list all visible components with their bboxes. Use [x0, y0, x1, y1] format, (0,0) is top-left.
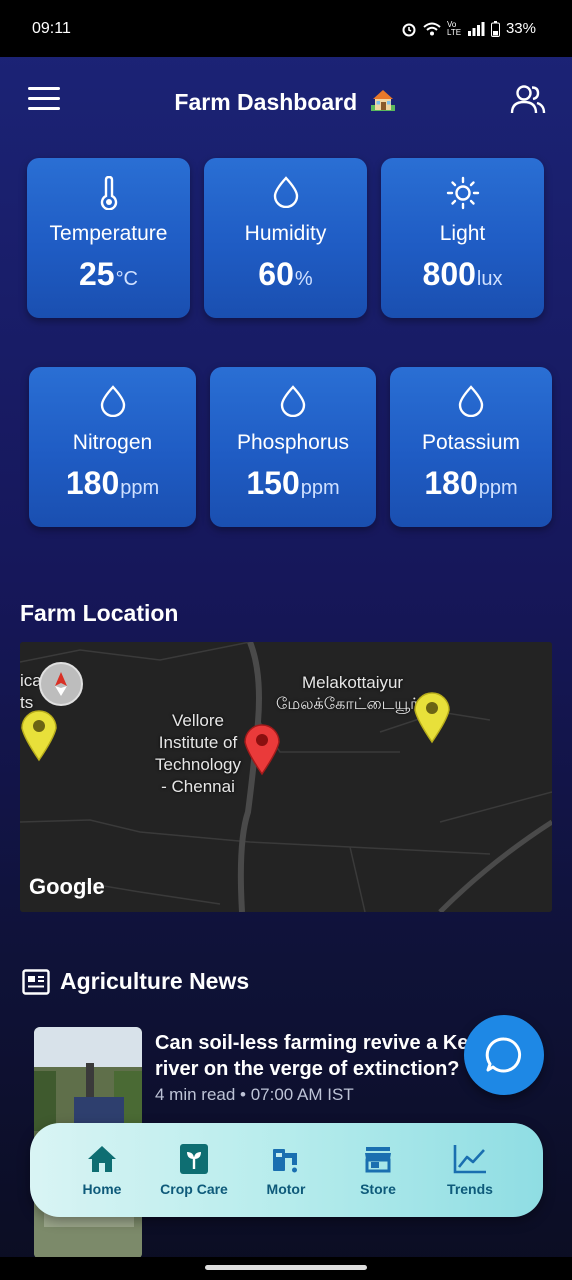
status-icons: Vo LTE 33% [401, 20, 536, 37]
potassium-unit: ppm [478, 477, 518, 499]
potassium-card[interactable]: Potassium 180ppm [390, 367, 552, 527]
potassium-value: 180 [424, 465, 478, 501]
nitrogen-card[interactable]: Nitrogen 180ppm [29, 367, 196, 527]
potassium-label: Potassium [421, 431, 521, 454]
phosphorus-card[interactable]: Phosphorus 150ppm [210, 367, 376, 527]
nav-trends[interactable]: Trends [424, 1141, 516, 1197]
light-card[interactable]: Light 800lux [381, 158, 544, 318]
map-pin-yellow-left[interactable] [20, 706, 58, 762]
farm-location-title: Farm Location [20, 600, 179, 626]
light-value: 800 [422, 256, 476, 292]
network-label: Vo LTE [446, 19, 462, 37]
nav-store[interactable]: Store [332, 1141, 424, 1197]
crop-care-icon [180, 1144, 208, 1174]
home-indicator[interactable] [205, 1265, 367, 1270]
sun-icon [381, 176, 544, 210]
phosphorus-unit: ppm [300, 477, 340, 499]
battery-percent: 33% [505, 20, 536, 37]
farm-map[interactable]: ical ts Vellore Institute of Technology - Ch… [20, 642, 552, 912]
map-pin-red[interactable] [242, 720, 282, 776]
drop-icon [390, 385, 552, 417]
light-label: Light [439, 222, 486, 245]
nitrogen-value: 180 [65, 465, 120, 501]
map-pin-yellow-right[interactable] [412, 688, 452, 744]
map-label-village-tamil: மேலக்கோட்டையூர் [276, 696, 419, 713]
nav-crop-care-label: Crop Care [160, 1181, 228, 1197]
map-roads [20, 642, 552, 912]
newspaper-icon [22, 968, 50, 995]
temperature-card[interactable]: Temperature 25°C [27, 158, 190, 318]
house-emoji-icon [370, 90, 395, 111]
top-app-bar: Farm Dashboard [0, 57, 572, 147]
drop-icon [204, 176, 367, 208]
status-bar: 09:11 Vo LTE 33% [0, 0, 572, 57]
wifi-icon [423, 22, 441, 35]
chat-bubble-icon [485, 1037, 522, 1073]
motor-icon [273, 1149, 297, 1173]
nav-motor[interactable]: Motor [240, 1141, 332, 1197]
nav-crop-care[interactable]: Crop Care [148, 1141, 240, 1197]
nav-trends-label: Trends [447, 1181, 493, 1197]
chat-button[interactable] [464, 1015, 544, 1095]
phosphorus-value: 150 [246, 465, 300, 501]
humidity-unit: % [294, 268, 313, 290]
news-header: Agriculture News [22, 968, 249, 995]
light-unit: lux [476, 268, 503, 290]
humidity-card[interactable]: Humidity 60% [204, 158, 367, 318]
signal-icon [467, 21, 485, 36]
compass-icon [55, 672, 67, 696]
store-icon [365, 1147, 391, 1173]
map-label-institute: Vellore Institute of Technology - Chennai [154, 711, 241, 796]
google-attribution: Google [29, 874, 105, 899]
compass-button[interactable] [39, 662, 83, 706]
battery-icon [490, 20, 500, 37]
users-button[interactable] [510, 83, 546, 117]
nav-motor-label: Motor [266, 1181, 306, 1197]
trends-icon [453, 1145, 486, 1174]
page-title-text: Farm Dashboard [174, 89, 358, 115]
humidity-value: 60 [258, 256, 294, 292]
nav-store-label: Store [360, 1181, 396, 1197]
news-title: Agriculture News [60, 968, 250, 994]
alarm-icon [402, 23, 416, 36]
temperature-unit: °C [115, 268, 139, 290]
page-title: Farm Dashboard [0, 87, 572, 116]
bottom-navigation: Home Crop Care Motor Store Trends [30, 1123, 543, 1217]
nav-home[interactable]: Home [56, 1141, 148, 1197]
users-icon [510, 85, 546, 114]
status-time: 09:11 [32, 19, 71, 37]
phosphorus-label: Phosphorus [236, 431, 350, 454]
drop-icon [29, 385, 196, 417]
news-meta: 4 min read • 07:00 AM IST [155, 1085, 354, 1104]
nitrogen-unit: ppm [120, 477, 160, 499]
temperature-label: Temperature [49, 222, 168, 245]
nav-home-label: Home [82, 1181, 122, 1197]
temperature-value: 25 [78, 256, 115, 292]
drop-icon [210, 385, 376, 417]
home-icon [88, 1146, 116, 1172]
thermometer-icon [27, 176, 190, 210]
humidity-label: Humidity [244, 222, 327, 245]
nitrogen-label: Nitrogen [72, 431, 153, 454]
map-label-village: Melakottaiyur [302, 673, 404, 692]
